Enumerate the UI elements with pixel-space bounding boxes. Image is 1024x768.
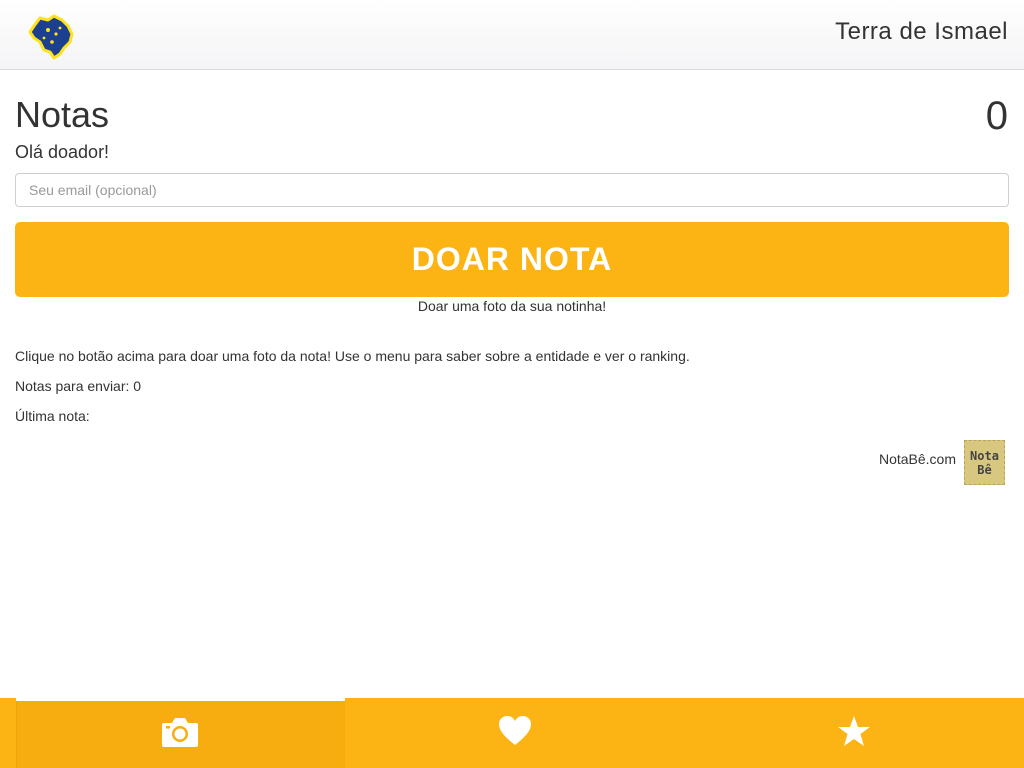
brazil-map-logo-icon[interactable] (26, 12, 78, 62)
camera-icon (160, 715, 200, 754)
heart-icon (497, 715, 533, 752)
instructions-text: Clique no botão acima para doar uma foto… (15, 348, 690, 364)
app-header: Terra de Ismael (0, 0, 1024, 70)
entity-title: Terra de Ismael (835, 18, 1008, 45)
page-title: Notas (15, 94, 110, 135)
email-field[interactable] (15, 173, 1009, 207)
notabe-logo-line1: Nota (970, 448, 999, 463)
tab-heart[interactable] (345, 698, 685, 768)
notes-counter: 0 (985, 94, 1008, 138)
greeting-text: Olá doador! (15, 142, 110, 162)
tab-camera[interactable] (16, 698, 345, 768)
donate-note-button[interactable]: DOAR NOTA (15, 222, 1009, 297)
notabe-link[interactable]: NotaBê.com (879, 451, 956, 467)
last-note-text: Última nota: (15, 408, 90, 424)
star-icon (837, 715, 871, 752)
notabe-logo-icon[interactable]: Nota Bê (964, 440, 1005, 485)
bottom-tab-bar (0, 698, 1024, 768)
donate-hint: Doar uma foto da sua notinha! (417, 298, 607, 314)
tab-star[interactable] (684, 698, 1024, 768)
notabe-logo-line2: Bê (977, 462, 992, 477)
pending-notes-text: Notas para enviar: 0 (15, 378, 142, 394)
